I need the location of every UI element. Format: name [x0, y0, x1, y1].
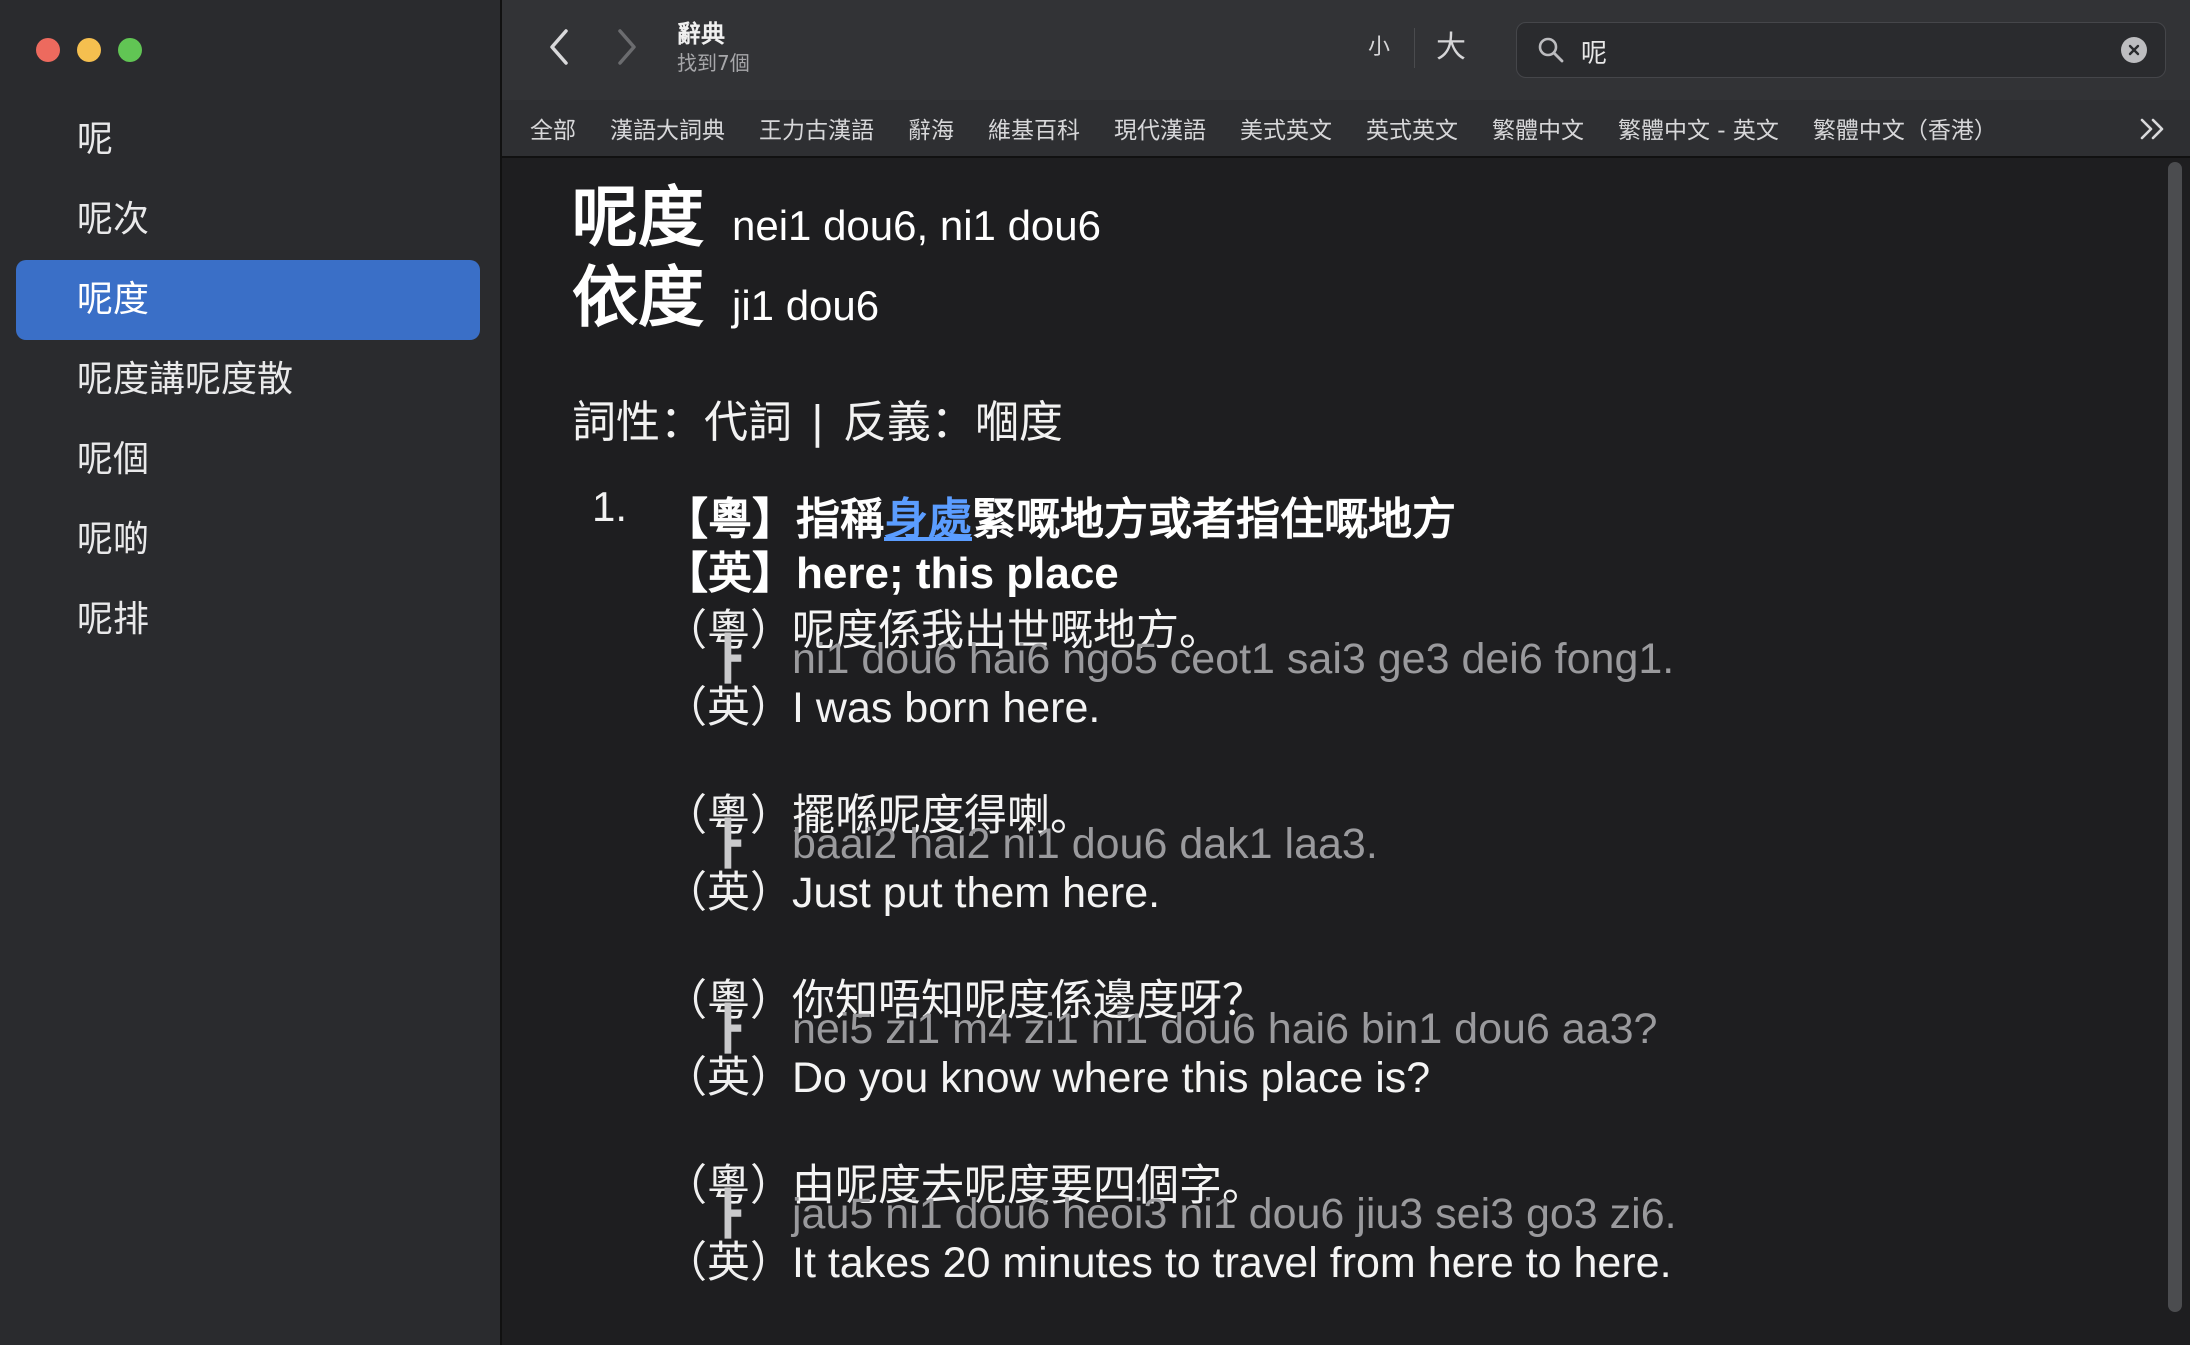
main-pane: 辭典 找到7個 小 大 呢 全部 漢語大詞典 王力古漢語 辭海 維基百科 現代漢…: [502, 0, 2190, 1345]
font-smaller-button[interactable]: 小: [1368, 28, 1390, 68]
headword-row: 呢度 nei1 dou6, ni1 dou6: [572, 178, 1101, 258]
tab-traditional-chinese-english[interactable]: 繁體中文 - 英文: [1618, 111, 1779, 145]
example-english-text: Just put them here.: [792, 869, 1161, 917]
tab-traditional-chinese[interactable]: 繁體中文: [1492, 111, 1584, 145]
dictionary-window: 呢 呢次 呢度 呢度講呢度散 呢個 呢啲 呢排 辭典 找到7個 小 大 呢 全部…: [0, 0, 2190, 1345]
result-item[interactable]: 呢次: [16, 180, 480, 260]
more-tabs-icon[interactable]: [2136, 112, 2170, 146]
font-larger-button[interactable]: 大: [1436, 28, 1466, 68]
clear-search-icon[interactable]: [2121, 37, 2147, 63]
chevron-left-icon: [550, 29, 568, 65]
english-tag: （英）: [664, 683, 793, 733]
example-english-text: I was born here.: [792, 684, 1101, 732]
entry-content: 呢度 nei1 dou6, ni1 dou6 依度 ji1 dou6 詞性：代詞…: [502, 158, 2162, 1345]
dictionary-tabs: 全部 漢語大詞典 王力古漢語 辭海 維基百科 現代漢語 美式英文 英式英文 繁體…: [502, 100, 2190, 158]
tab-american-english[interactable]: 美式英文: [1240, 111, 1332, 145]
minimize-window-button[interactable]: [77, 38, 101, 62]
headword-jyutping: nei1 dou6, ni1 dou6: [732, 202, 1101, 249]
tab-wikipedia[interactable]: 維基百科: [988, 111, 1080, 145]
close-window-button[interactable]: [36, 38, 60, 62]
example-english: （英）I was born here.: [664, 673, 1100, 735]
result-item[interactable]: 呢排: [16, 580, 480, 660]
tab-traditional-chinese-hk[interactable]: 繁體中文（香港）: [1813, 111, 1997, 145]
window-controls: [36, 38, 142, 62]
tab-wangli-guhanyu[interactable]: 王力古漢語: [759, 111, 874, 145]
part-of-speech-line: 詞性：代詞 | 反義：嗰度: [572, 386, 1063, 450]
toolbar: 辭典 找到7個 小 大: [502, 0, 2190, 100]
window-title: 辭典: [677, 20, 725, 48]
result-count: 找到7個: [677, 51, 750, 75]
vertical-scrollbar[interactable]: [2168, 162, 2182, 1312]
headword: 呢度: [572, 179, 704, 256]
tab-british-english[interactable]: 英式英文: [1366, 111, 1458, 145]
window-title-block: 辭典 找到7個: [677, 18, 750, 76]
search-field[interactable]: [1516, 22, 2166, 78]
chevron-right-icon: [618, 29, 636, 65]
definition-english-text: here; this place: [796, 549, 1119, 598]
english-tag: （英）: [664, 1238, 793, 1288]
x-icon: [2128, 44, 2140, 56]
example-english-text: Do you know where this place is?: [792, 1054, 1431, 1102]
result-list: 呢 呢次 呢度 呢度講呢度散 呢個 呢啲 呢排: [16, 100, 480, 660]
divider: [1414, 28, 1415, 68]
result-item-selected[interactable]: 呢度: [16, 260, 480, 340]
definition-number: 1.: [592, 483, 628, 530]
zoom-window-button[interactable]: [118, 38, 142, 62]
separator: |: [810, 397, 825, 448]
result-item[interactable]: 呢: [16, 100, 480, 180]
forward-button[interactable]: [602, 22, 652, 72]
headword-row: 依度 ji1 dou6: [572, 258, 879, 338]
result-item[interactable]: 呢個: [16, 420, 480, 500]
english-tag: （英）: [664, 868, 793, 918]
headword-variant: 依度: [572, 259, 704, 336]
example-english-text: It takes 20 minutes to travel from here …: [792, 1239, 1672, 1287]
tab-all[interactable]: 全部: [530, 111, 576, 145]
sidebar: 呢 呢次 呢度 呢度講呢度散 呢個 呢啲 呢排: [0, 0, 502, 1345]
headword-jyutping: ji1 dou6: [732, 282, 880, 329]
search-input[interactable]: [1579, 31, 2103, 71]
back-button[interactable]: [534, 22, 584, 72]
english-tag: 【英】: [664, 548, 796, 599]
english-tag: （英）: [664, 1053, 793, 1103]
example-english: （英）It takes 20 minutes to travel from he…: [664, 1228, 1672, 1290]
tab-hanyu-da-cidian[interactable]: 漢語大詞典: [610, 111, 725, 145]
tab-modern-chinese[interactable]: 現代漢語: [1114, 111, 1206, 145]
example-english: （英）Do you know where this place is?: [664, 1043, 1430, 1105]
search-icon: [1538, 37, 1564, 63]
definition-english: 【英】here; this place: [664, 537, 1119, 601]
example-english: （英）Just put them here.: [664, 858, 1160, 920]
tab-cihai[interactable]: 辭海: [908, 111, 954, 145]
result-item[interactable]: 呢度講呢度散: [16, 340, 480, 420]
scrollbar-thumb[interactable]: [2168, 162, 2182, 1312]
part-of-speech: 詞性：代詞: [572, 397, 792, 448]
result-item[interactable]: 呢啲: [16, 500, 480, 580]
antonym: 反義：嗰度: [842, 397, 1063, 448]
